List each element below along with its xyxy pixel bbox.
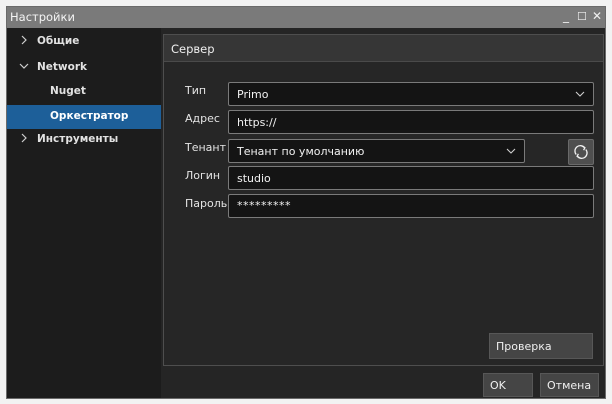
type-dropdown[interactable]: Primo [228, 82, 594, 106]
type-label: Тип [185, 84, 207, 97]
address-field[interactable]: https:// [228, 110, 594, 134]
refresh-tenants-button[interactable] [568, 139, 594, 165]
chevron-right-icon[interactable] [17, 131, 31, 145]
password-field[interactable]: ********* [228, 194, 594, 218]
address-value: https:// [237, 116, 277, 129]
title-bar[interactable]: Настройки _ ☐ ✕ [7, 7, 605, 28]
chevron-down-icon [575, 91, 585, 97]
sidebar-item-nuget[interactable]: Nuget [7, 80, 161, 104]
panel-title: Сервер [171, 42, 215, 56]
sidebar-item-network[interactable]: Network [7, 56, 161, 80]
server-panel: Сервер Тип Primo Адрес https:// Тенант Т… [163, 34, 604, 366]
sidebar-item-label: Network [37, 61, 88, 73]
panel-header: Сервер [164, 35, 603, 62]
settings-window: Настройки _ ☐ ✕ Общие Network Nuget Орке… [6, 6, 606, 399]
close-button[interactable]: ✕ [592, 9, 602, 23]
minimize-button[interactable]: _ [563, 9, 569, 23]
cancel-button[interactable]: Отмена [540, 373, 599, 397]
window-title: Настройки [10, 10, 75, 24]
password-label: Пароль [185, 197, 228, 210]
sidebar-item-label: Оркестратор [50, 110, 129, 122]
tenant-label: Тенант [185, 141, 227, 154]
sidebar-item-orchestrator[interactable]: Оркестратор [7, 105, 161, 129]
login-value: studio [237, 172, 271, 185]
tenant-value: Тенант по умолчанию [237, 145, 365, 158]
refresh-icon [574, 145, 588, 159]
maximize-button[interactable]: ☐ [577, 10, 587, 23]
password-value: ********* [237, 199, 291, 212]
chevron-down-icon [506, 148, 516, 154]
chevron-right-icon[interactable] [17, 33, 31, 47]
sidebar-item-general[interactable]: Общие [7, 30, 161, 54]
ok-button-label: OK [490, 379, 506, 392]
chevron-down-icon[interactable] [17, 59, 31, 73]
cancel-button-label: Отмена [547, 379, 592, 392]
check-connection-button[interactable]: Проверка [489, 333, 593, 359]
type-value: Primo [237, 88, 269, 101]
login-label: Логин [185, 169, 221, 182]
ok-button[interactable]: OK [483, 373, 533, 397]
login-field[interactable]: studio [228, 166, 594, 190]
sidebar-item-tools[interactable]: Инструменты [7, 128, 161, 152]
sidebar-item-label: Общие [37, 35, 80, 47]
sidebar-item-label: Nuget [50, 85, 86, 97]
settings-sidebar: Общие Network Nuget Оркестратор Инструме… [7, 28, 161, 398]
check-button-label: Проверка [496, 340, 552, 353]
sidebar-item-label: Инструменты [37, 133, 119, 145]
address-label: Адрес [185, 112, 220, 125]
tenant-dropdown[interactable]: Тенант по умолчанию [228, 139, 525, 163]
